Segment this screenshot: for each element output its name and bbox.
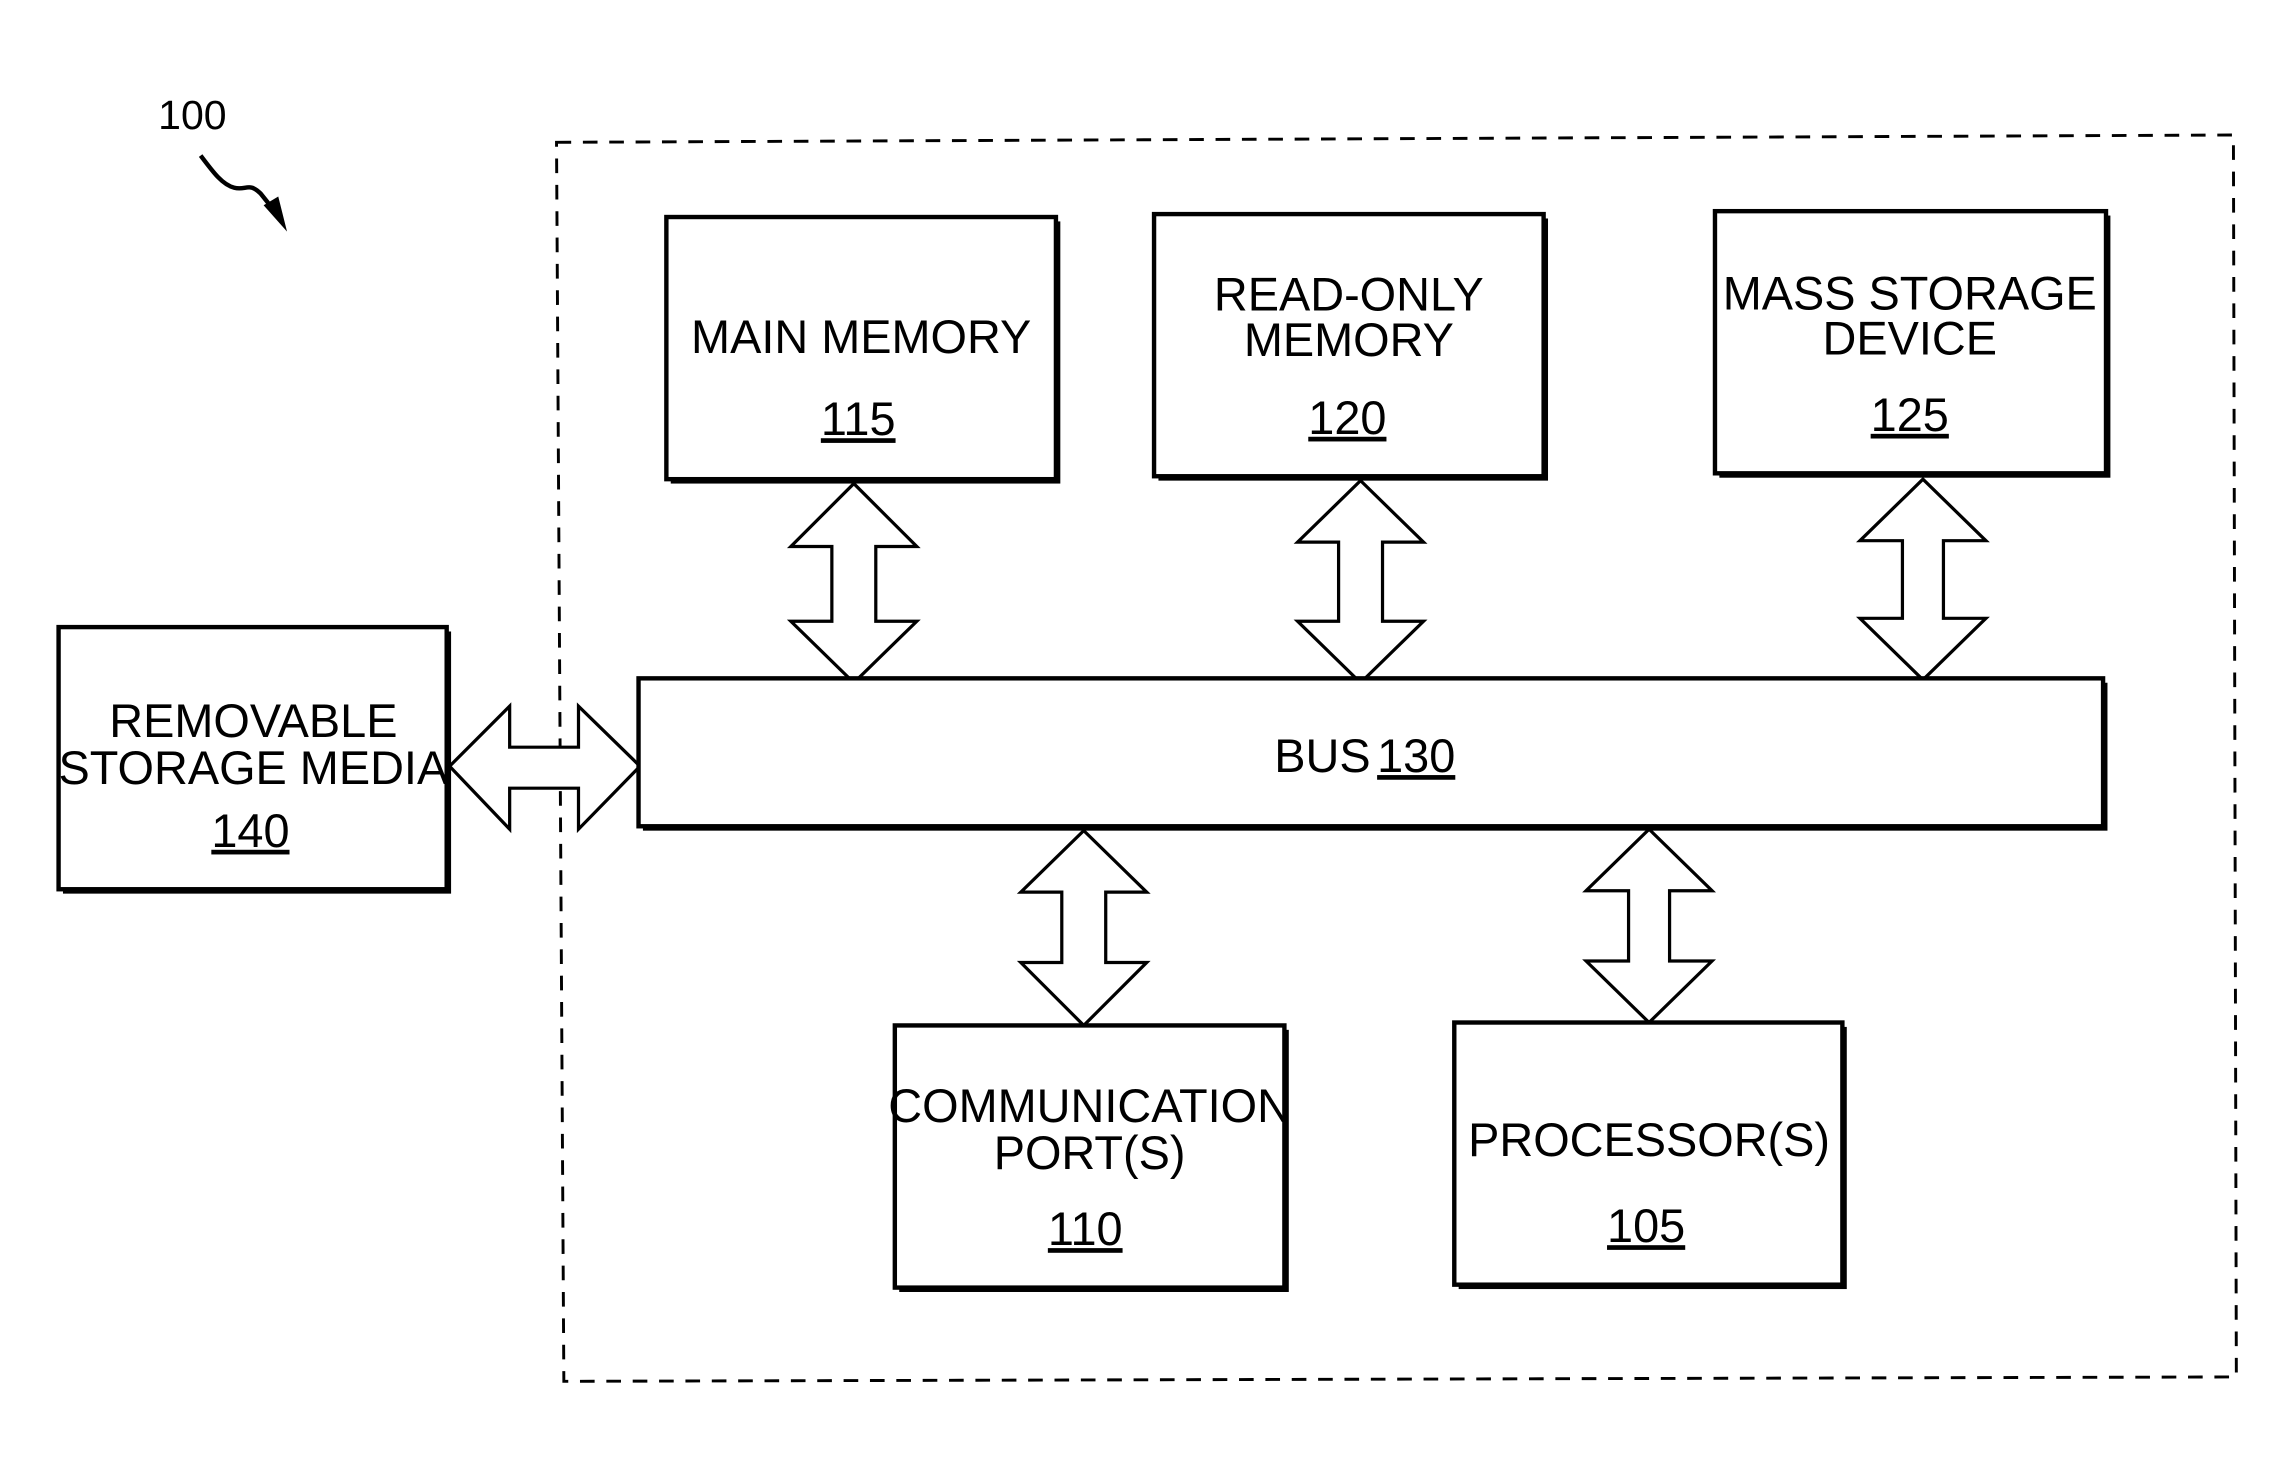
bus-block: BUS 130 bbox=[636, 676, 2108, 831]
communication-port-ref: 110 bbox=[1048, 1203, 1123, 1255]
figure-reference-leader bbox=[198, 154, 275, 210]
processor-block: PROCESSOR(S) 105 bbox=[1452, 1020, 1847, 1290]
communication-port-label-line2: PORT(S) bbox=[994, 1127, 1186, 1179]
rom-ref: 120 bbox=[1308, 392, 1386, 444]
arrow-processor-bus bbox=[1582, 826, 1716, 1025]
main-memory-label: MAIN MEMORY bbox=[691, 311, 1031, 363]
processor-ref: 105 bbox=[1607, 1200, 1685, 1252]
mass-storage-block: MASS STORAGE DEVICE 125 bbox=[1712, 208, 2111, 478]
main-memory-ref: 115 bbox=[821, 393, 896, 445]
communication-port-block: COMMUNICATION PORT(S) 110 bbox=[888, 1023, 1291, 1292]
bus-label: BUS bbox=[1274, 730, 1370, 782]
removable-storage-label-line1: REMOVABLE bbox=[109, 695, 397, 747]
removable-storage-label-line2: STORAGE MEDIA bbox=[59, 742, 449, 794]
removable-storage-block: REMOVABLE STORAGE MEDIA 140 bbox=[56, 624, 452, 894]
bidirectional-arrow-icon bbox=[447, 702, 643, 834]
read-only-memory-block: READ-ONLY MEMORY 120 bbox=[1151, 211, 1549, 481]
bidirectional-arrow-icon bbox=[1293, 478, 1428, 685]
removable-storage-ref: 140 bbox=[211, 805, 289, 857]
arrow-main-memory-bus bbox=[786, 481, 921, 685]
mass-storage-label-line1: MASS STORAGE bbox=[1723, 267, 2097, 319]
arrow-comm-port-bus bbox=[1016, 828, 1151, 1028]
arrow-mass-storage-bus bbox=[1856, 476, 1990, 683]
bidirectional-arrow-icon bbox=[1856, 476, 1990, 683]
rom-label-line2: MEMORY bbox=[1244, 314, 1454, 366]
arrow-rom-bus bbox=[1293, 478, 1428, 685]
mass-storage-ref: 125 bbox=[1871, 389, 1949, 441]
bidirectional-arrow-icon bbox=[1582, 826, 1716, 1025]
mass-storage-label-line2: DEVICE bbox=[1823, 313, 1997, 365]
arrow-removable-bus bbox=[447, 702, 643, 834]
main-memory-block: MAIN MEMORY 115 bbox=[664, 214, 1061, 484]
block-diagram: 100 MAIN MEMORY 115 READ-ONLY MEMORY 120 bbox=[56, 92, 2238, 1383]
communication-port-label-line1: COMMUNICATION bbox=[888, 1080, 1291, 1132]
bidirectional-arrow-icon bbox=[786, 481, 921, 685]
processor-label: PROCESSOR(S) bbox=[1468, 1114, 1830, 1166]
bus-ref: 130 bbox=[1377, 730, 1455, 782]
bidirectional-arrow-icon bbox=[1016, 828, 1151, 1028]
figure-reference: 100 bbox=[158, 92, 226, 138]
rom-label-line1: READ-ONLY bbox=[1214, 269, 1484, 321]
